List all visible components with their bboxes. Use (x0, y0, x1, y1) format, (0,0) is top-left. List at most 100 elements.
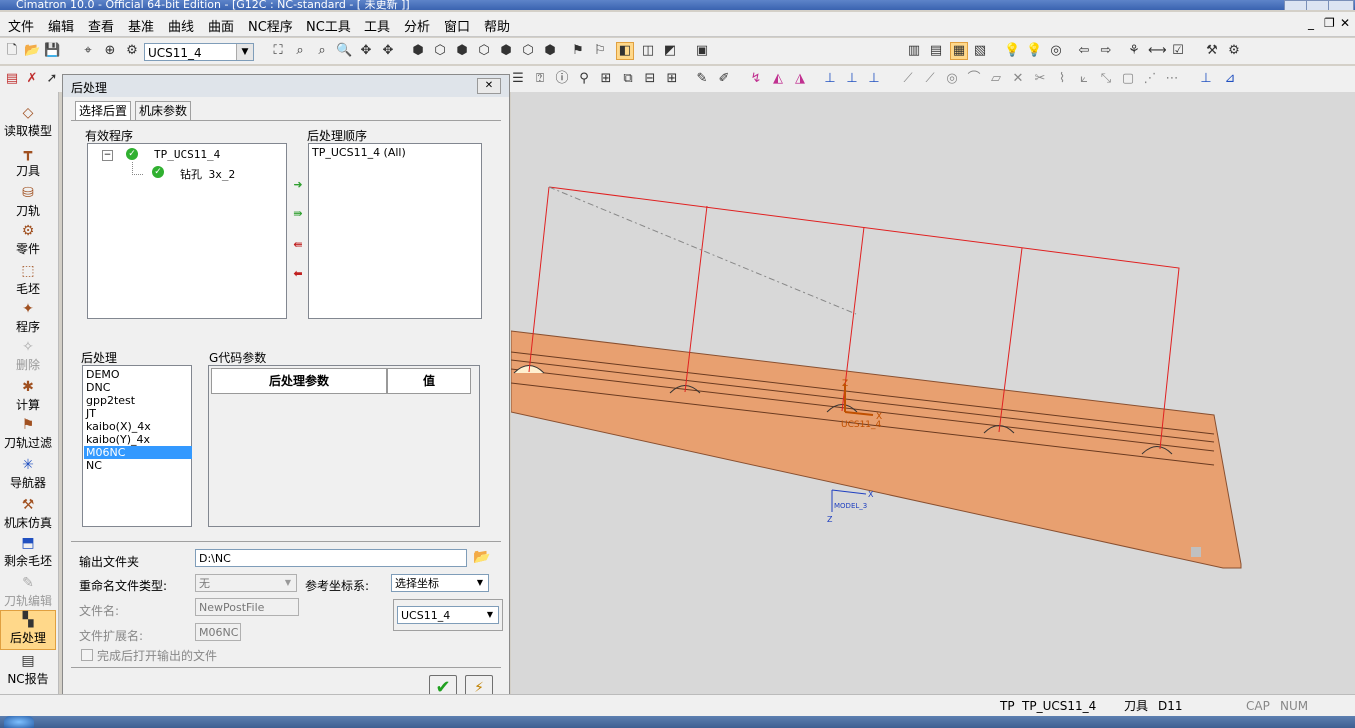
dialog-titlebar[interactable]: 后处理 ✕ (63, 75, 509, 97)
pan-icon[interactable]: ✥ (358, 43, 374, 59)
add-arrow-icon[interactable]: ➜ (292, 179, 304, 191)
gcode-header-param[interactable]: 后处理参数 (211, 368, 387, 394)
menu-view[interactable]: 查看 (88, 16, 114, 35)
menu-surface[interactable]: 曲面 (208, 16, 234, 35)
rotate-icon[interactable]: ✥ (380, 43, 396, 59)
open-after-checkbox[interactable] (81, 649, 93, 661)
view-tool-icon[interactable]: ⚑ (570, 43, 586, 59)
remove-arrow-icon[interactable]: ⬅ (292, 268, 304, 280)
wireframe-icon[interactable]: ◫ (640, 43, 656, 59)
gcode-header-value[interactable]: 值 (387, 368, 471, 394)
view-manager-icon[interactable]: ⚐ (592, 43, 608, 59)
view-bottom-icon[interactable]: ⬢ (542, 43, 558, 59)
blend-icon[interactable]: ⌇ (1054, 71, 1070, 87)
sidebar-item-part[interactable]: ⚙ 零件 (0, 222, 56, 260)
menu-nc-procedure[interactable]: NC程序 (248, 16, 293, 35)
open-file-icon[interactable]: 📂 (24, 43, 40, 59)
sidebar-item-delete[interactable]: ✧ 删除 (0, 338, 56, 376)
zoom-window-icon[interactable]: ⌕ (292, 43, 308, 59)
start-button[interactable] (4, 716, 34, 728)
view-right-icon[interactable]: ⬡ (476, 43, 492, 59)
measure-icon[interactable]: ⟷ (1148, 43, 1167, 59)
sidebar-item-remaining-stock[interactable]: ⬒ 剩余毛坯 (0, 534, 56, 572)
pattern-icon[interactable]: ⊞ (598, 71, 614, 87)
menu-analysis[interactable]: 分析 (404, 16, 430, 35)
layer-set-icon[interactable]: ▤ (928, 43, 944, 59)
ucs-combo[interactable]: UCS11_4 ▼ (144, 43, 254, 61)
mdi-close-icon[interactable]: ✕ (1340, 16, 1350, 30)
menu-nc-tools[interactable]: NC工具 (306, 16, 351, 35)
menu-help[interactable]: 帮助 (484, 16, 510, 35)
menu-datum[interactable]: 基准 (128, 16, 154, 35)
list-item[interactable]: NC (86, 459, 102, 472)
tree-item-drill[interactable]: 钻孔 3x_2 (180, 166, 235, 182)
zoom-fit-icon[interactable]: ⛶ (270, 43, 286, 59)
xyz-icon[interactable]: ⋰ (1142, 71, 1158, 87)
copy-icon[interactable]: ⧉ (620, 71, 636, 87)
nc-delete-icon[interactable]: ✗ (24, 71, 40, 87)
layer-list-icon[interactable]: ▧ (972, 43, 988, 59)
shaded-icon[interactable]: ◧ (616, 42, 634, 60)
available-procedures-tree[interactable]: − ✓ TP_UCS11_4 ✓ 钻孔 3x_2 (87, 143, 287, 319)
arrow-right-icon[interactable]: ⇨ (1098, 43, 1114, 59)
render-icon[interactable]: ▣ (694, 43, 710, 59)
view-front-icon[interactable]: ⬡ (432, 43, 448, 59)
dialog-close-button[interactable]: ✕ (477, 78, 501, 94)
point-icon[interactable]: ⋯ (1164, 71, 1180, 87)
ucs-list-icon[interactable]: ⚙ (124, 43, 140, 59)
graphics-viewport[interactable]: Z X UCS11_4 X Z MODEL_3 (510, 92, 1355, 694)
post-list[interactable]: DEMO DNC gpp2test JT kaibo(X)_4x kaibo(Y… (82, 365, 192, 527)
sketch-icon[interactable]: ✐ (716, 71, 732, 87)
line-2-icon[interactable]: ⟋ (922, 71, 938, 87)
tab-machine-params[interactable]: 机床参数 (135, 101, 192, 120)
hierarchy-icon[interactable]: ⊞ (664, 71, 680, 87)
zoom-icon[interactable]: 🔍 (336, 43, 352, 59)
browse-folder-icon[interactable]: 📂 (473, 549, 490, 565)
remove-all-arrow-icon[interactable]: ⇚ (292, 239, 304, 251)
surface-icon[interactable]: ◭ (770, 71, 786, 87)
close-window-button[interactable] (1328, 0, 1354, 10)
sidebar-item-post-process[interactable]: ▚ 后处理 (0, 610, 56, 650)
display-mode-icon[interactable]: ◩ (662, 43, 678, 59)
sidebar-item-read-model[interactable]: ◇ 读取模型 (0, 104, 56, 142)
output-folder-input[interactable]: D:\NC (195, 549, 467, 567)
list-item[interactable]: kaibo(Y)_4x (86, 433, 150, 446)
drill-icon[interactable]: ⚲ (576, 71, 592, 87)
circle-icon[interactable]: ◎ (944, 71, 960, 87)
help-box-icon[interactable]: ⍰ (532, 71, 548, 87)
menu-file[interactable]: 文件 (8, 16, 34, 35)
box-icon[interactable]: ▢ (1120, 71, 1136, 87)
ucs-define-icon[interactable]: ⌖ (80, 43, 96, 59)
edit-icon[interactable]: ✎ (694, 71, 710, 87)
axis-3-icon[interactable]: ⊥ (866, 71, 882, 87)
view-top-icon[interactable]: ⬢ (454, 43, 470, 59)
light-bulb-icon[interactable]: 💡 (1004, 43, 1020, 59)
menu-window[interactable]: 窗口 (444, 16, 470, 35)
zoom-dynamic-icon[interactable]: ⌕ (314, 43, 330, 59)
mdi-restore-icon[interactable]: ❐ (1324, 16, 1335, 30)
menu-curve[interactable]: 曲线 (168, 16, 194, 35)
assembly-icon[interactable]: ⚒ (1204, 43, 1220, 59)
light-bulb-on-icon[interactable]: 💡 (1026, 43, 1042, 59)
sidebar-item-stock[interactable]: ⬚ 毛坯 (0, 262, 56, 300)
line-icon[interactable]: ⟋ (900, 71, 916, 87)
list-item-selected[interactable]: M06NC (84, 446, 192, 459)
view-left-icon[interactable]: ⬢ (498, 43, 514, 59)
layer-active-icon[interactable]: ▦ (950, 42, 968, 60)
sidebar-item-execute[interactable]: ✱ 计算 (0, 378, 56, 416)
tree-icon[interactable]: ⚘ (1126, 43, 1142, 59)
list-icon[interactable]: ☰ (510, 71, 526, 87)
curve-icon[interactable]: ↯ (748, 71, 764, 87)
arrow-left-icon[interactable]: ⇦ (1076, 43, 1092, 59)
nc-setup-icon[interactable]: ▤ (4, 71, 20, 87)
arc-icon[interactable]: ⌒ (966, 71, 982, 87)
new-file-icon[interactable]: 🗋 (4, 43, 20, 59)
tree-item-procedure[interactable]: TP_UCS11_4 (154, 148, 220, 161)
axis-4-icon[interactable]: ⊥ (1198, 71, 1214, 87)
properties-icon[interactable]: ☑ (1170, 43, 1186, 59)
save-icon[interactable]: 💾 (44, 43, 60, 59)
view-iso-icon[interactable]: ⬢ (410, 43, 426, 59)
offset-icon[interactable]: ⤡ (1098, 71, 1114, 87)
axis-icon[interactable]: ⊥ (822, 71, 838, 87)
cross-icon[interactable]: ✕ (1010, 71, 1026, 87)
